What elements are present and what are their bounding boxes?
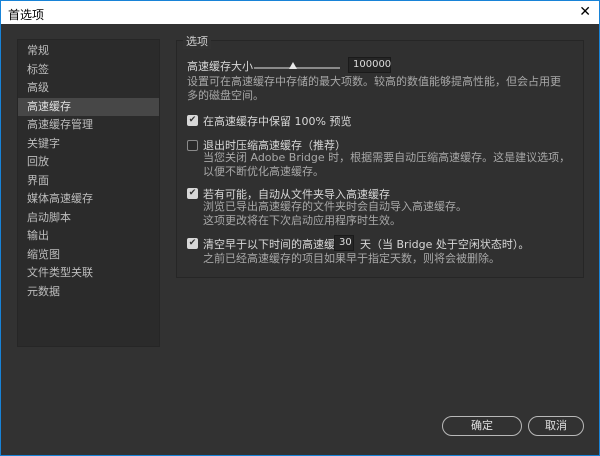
close-icon[interactable]: ✕	[579, 4, 591, 20]
sidebar: 常规 标签 高级 高速缓存 高速缓存管理 关键字 回放 界面 媒体高速缓存 启动脚本 输出 缩览图 文件…	[17, 39, 160, 347]
cache-size-input[interactable]: 100000	[348, 57, 391, 73]
purge-label: 清空早于以下时间的高速缓存:	[203, 238, 350, 251]
sidebar-item[interactable]: 高级	[18, 79, 159, 98]
sidebar-item[interactable]: 元数据	[18, 283, 159, 302]
ok-button[interactable]: 确定	[442, 416, 522, 436]
sidebar-item[interactable]: 界面	[18, 172, 159, 191]
auto-import-description-2: 这项更改将在下次启动应用程序时生效。	[203, 214, 401, 227]
compact-description: 当您关闭 Adobe Bridge 时，根据需要自动压缩高速缓存。这是建议选项，…	[203, 151, 571, 178]
cache-size-slider[interactable]	[254, 67, 340, 69]
sidebar-item[interactable]: 回放	[18, 153, 159, 172]
sidebar-item[interactable]: 缩览图	[18, 246, 159, 265]
sidebar-item[interactable]: 输出	[18, 227, 159, 246]
title-bar: 首选项 ✕	[0, 0, 600, 24]
sidebar-item[interactable]: 标签	[18, 61, 159, 80]
cache-size-description: 设置可在高速缓存中存储的最大项数。较高的数值能够提高性能，但会占用更多的磁盘空间…	[187, 75, 561, 102]
sidebar-item[interactable]: 高速缓存管理	[18, 116, 159, 135]
auto-import-checkbox[interactable]: ✔	[187, 188, 198, 199]
sidebar-item[interactable]: 高速缓存	[18, 97, 159, 116]
options-title: 选项	[183, 33, 211, 49]
purge-suffix: 天（当 Bridge 处于空闲状态时）。	[360, 238, 530, 251]
sidebar-item[interactable]: 文件类型关联	[18, 264, 159, 283]
cache-size-label: 高速缓存大小	[187, 60, 253, 73]
sidebar-item[interactable]: 启动脚本	[18, 209, 159, 228]
compact-checkbox[interactable]	[187, 140, 198, 151]
sidebar-item[interactable]: 常规	[18, 42, 159, 61]
purge-checkbox[interactable]: ✔	[187, 238, 198, 249]
sidebar-item[interactable]: 媒体高速缓存	[18, 190, 159, 209]
keep-preview-checkbox[interactable]: ✔	[187, 115, 198, 126]
sidebar-item[interactable]: 关键字	[18, 135, 159, 154]
purge-description: 之前已经高速缓存的项目如果早于指定天数，则将会被删除。	[203, 252, 500, 265]
auto-import-description-1: 浏览已导出高速缓存的文件夹时会自动导入高速缓存。	[203, 200, 467, 213]
cache-size-slider-thumb[interactable]	[288, 62, 297, 69]
cancel-button[interactable]: 取消	[528, 416, 584, 436]
window-title: 首选项	[8, 8, 45, 22]
purge-days-input[interactable]: 30	[334, 235, 354, 251]
keep-preview-label: 在高速缓存中保留 100% 预览	[203, 115, 352, 128]
